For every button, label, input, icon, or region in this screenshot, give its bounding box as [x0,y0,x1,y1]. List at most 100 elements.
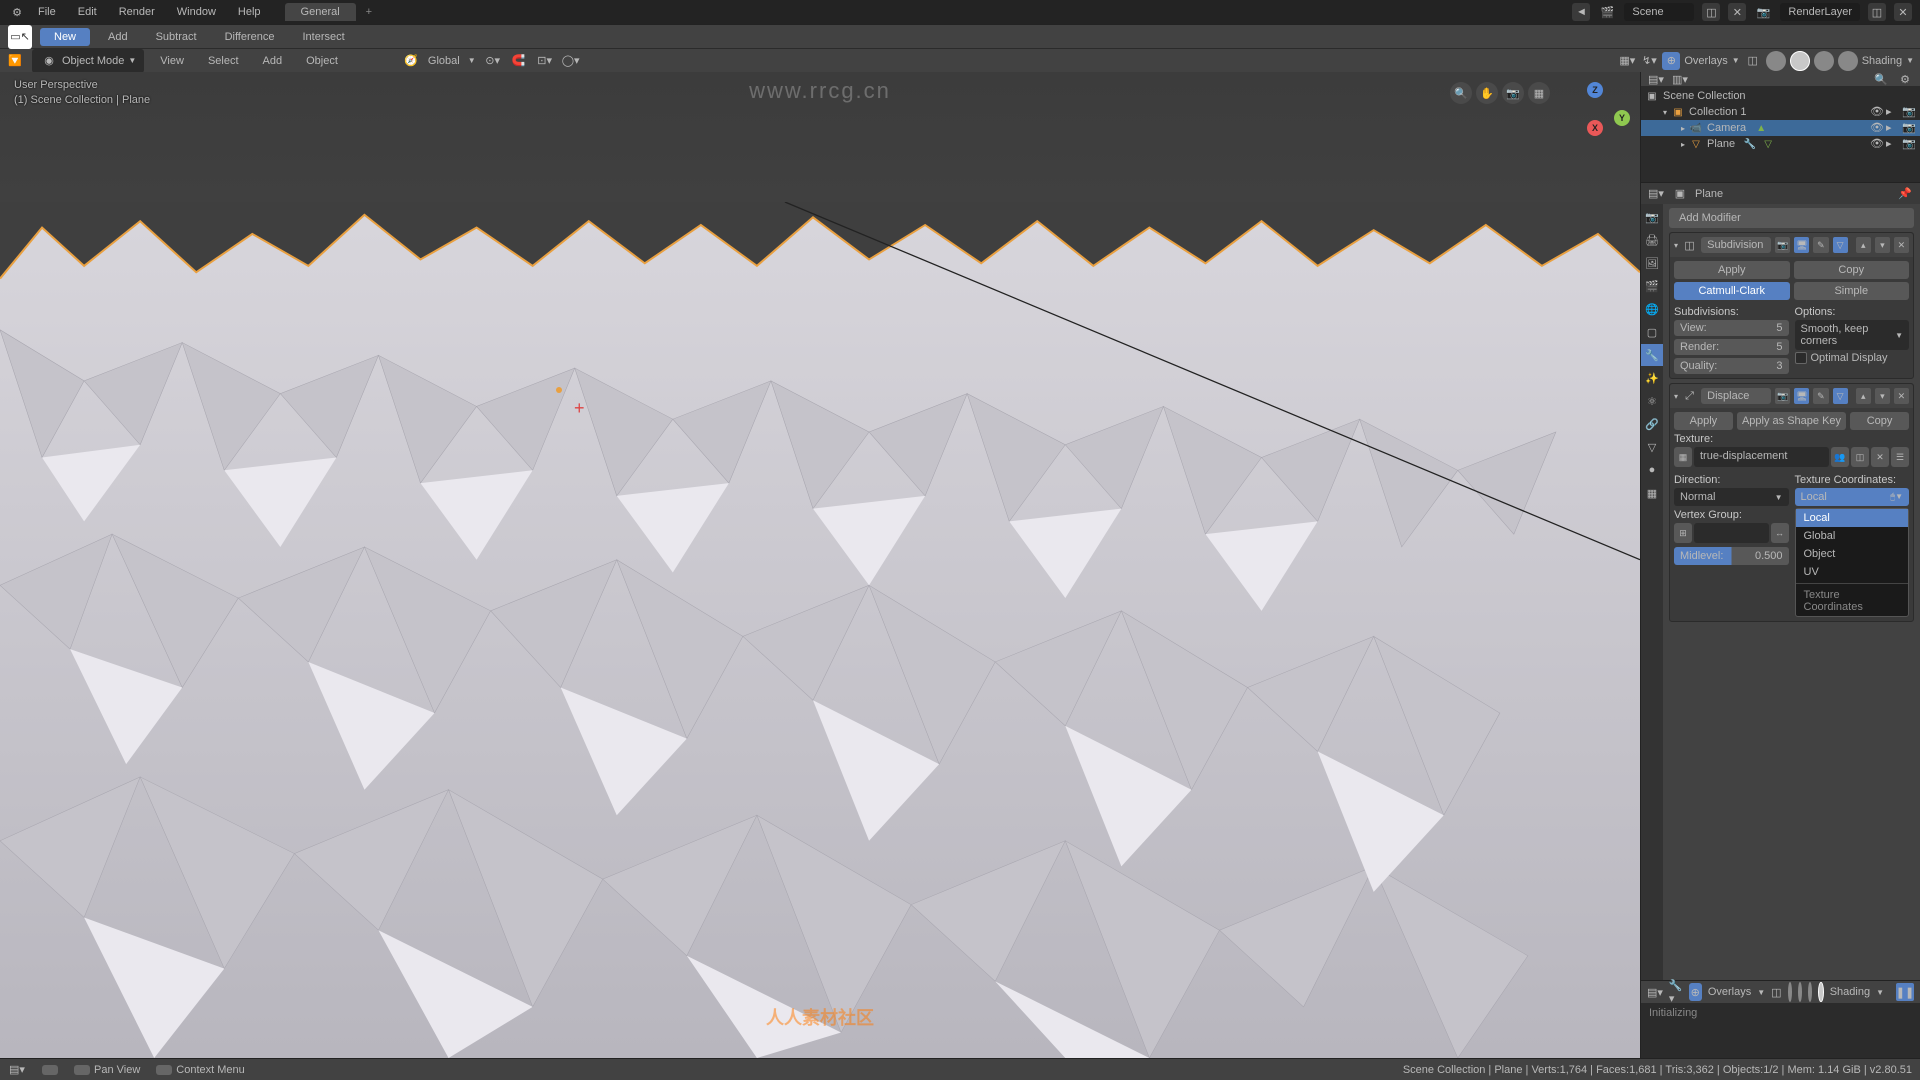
nav-pan-icon[interactable]: ✋ [1476,82,1498,104]
mod-move-up[interactable]: ▴ [1856,388,1871,404]
overlays-toggle-icon[interactable]: ⊕ [1689,983,1702,1001]
snap-icon[interactable]: 🧲 [510,52,528,70]
tree-scene-collection[interactable]: ▣ Scene Collection [1641,88,1920,104]
scene-field[interactable]: Scene [1624,3,1694,21]
tab-viewlayer[interactable]: 🖼 [1641,252,1663,274]
shading-lookdev[interactable] [1814,51,1834,71]
menu-view[interactable]: View [152,52,192,70]
shading-solid[interactable] [1790,51,1810,71]
layer-delete-icon[interactable]: ✕ [1894,3,1912,21]
menu-help[interactable]: Help [228,2,271,22]
mod-editmode-toggle[interactable]: ✎ [1813,388,1828,404]
dropdown-item-uv[interactable]: UV [1796,563,1909,581]
select-toggle[interactable]: ▸ [1886,121,1900,135]
shading-rendered[interactable] [1838,51,1858,71]
direction-dropdown[interactable]: Normal▼ [1674,488,1789,506]
menu-render[interactable]: Render [109,2,165,22]
tool-new-button[interactable]: New [40,28,90,46]
texture-unlink-icon[interactable]: ✕ [1871,447,1889,467]
preview-mode-icon[interactable]: 🔧▾ [1669,983,1683,1001]
tool-difference-button[interactable]: Difference [215,28,285,46]
gizmo-y-axis[interactable]: Y [1614,110,1630,126]
chevron-down-icon[interactable]: ▾ [1674,392,1678,401]
uv-smooth-dropdown[interactable]: Smooth, keep corners▼ [1795,320,1910,350]
editor-type-icon[interactable]: ▤▾ [1647,983,1663,1001]
midlevel-slider[interactable]: Midlevel: 0.500 [1674,547,1789,565]
mod-delete[interactable]: ✕ [1894,237,1909,253]
texture-show-icon[interactable]: ☰ [1891,447,1909,467]
visibility-icon[interactable]: ▦▾ [1618,52,1636,70]
dropdown-item-object[interactable]: Object [1796,545,1909,563]
tool-add-button[interactable]: Add [98,28,138,46]
chevron-right-icon[interactable]: ▸ [1681,124,1685,133]
chevron-right-icon[interactable]: ▸ [1681,140,1685,149]
tree-plane[interactable]: ▸ ▽ Plane 🔧 ▽ 👁 ▸ 📷 [1641,136,1920,152]
texture-browse-icon[interactable]: ▦ [1674,447,1692,467]
back-icon[interactable]: ◄ [1572,3,1590,21]
mod-cage-toggle[interactable]: ▽ [1833,388,1848,404]
viewport-3d[interactable]: User Perspective (1) Scene Collection | … [0,72,1640,1058]
render-toggle[interactable]: 📷 [1902,137,1916,151]
shading-rendered[interactable] [1818,982,1824,1002]
menu-add[interactable]: Add [255,52,291,70]
tool-subtract-button[interactable]: Subtract [146,28,207,46]
editor-type-icon[interactable]: ▤▾ [1647,185,1665,203]
tab-modifier[interactable]: 🔧 [1641,344,1663,366]
chevron-down-icon[interactable]: ▾ [1674,241,1678,250]
tool-intersect-button[interactable]: Intersect [293,28,355,46]
orientation-icon[interactable]: 🧭 [402,52,420,70]
texture-user-icon[interactable]: 👥 [1831,447,1849,467]
tab-render[interactable]: 📷 [1641,206,1663,228]
menu-object[interactable]: Object [298,52,346,70]
apply-button[interactable]: Apply [1674,261,1790,279]
object-name[interactable]: Plane [1695,188,1723,200]
pivot-icon[interactable]: ⊙▾ [484,52,502,70]
xray-icon[interactable]: ◫ [1771,983,1781,1001]
navigation-gizmo[interactable]: Z Y X [1560,80,1630,150]
tree-camera[interactable]: ▸ 📹 Camera ▲ 👁 ▸ 📷 [1641,120,1920,136]
vertex-group-field[interactable] [1694,523,1769,543]
tab-object[interactable]: ▢ [1641,321,1663,343]
tab-texture[interactable]: ▦ [1641,482,1663,504]
copy-button[interactable]: Copy [1794,261,1910,279]
mod-cage-toggle[interactable]: ▽ [1833,237,1848,253]
mod-move-down[interactable]: ▾ [1875,237,1890,253]
menu-window[interactable]: Window [167,2,226,22]
modifier-name-field[interactable]: Subdivision [1701,237,1771,253]
shading-solid[interactable] [1798,982,1802,1002]
visibility-toggle[interactable]: 👁 [1870,105,1884,119]
select-toggle[interactable]: ▸ [1886,105,1900,119]
mod-render-toggle[interactable]: 📷 [1775,388,1790,404]
simple-button[interactable]: Simple [1794,282,1910,300]
mod-editmode-toggle[interactable]: ✎ [1813,237,1828,253]
overlays-label[interactable]: Overlays [1684,55,1727,67]
render-field[interactable]: Render:5 [1674,339,1789,355]
add-modifier-button[interactable]: Add Modifier [1669,208,1914,228]
shading-label[interactable]: Shading [1862,55,1902,67]
quality-field[interactable]: Quality:3 [1674,358,1789,374]
apply-button[interactable]: Apply [1674,412,1733,430]
dropdown-item-local[interactable]: Local [1796,509,1909,527]
tab-physics[interactable]: ⚛ [1641,390,1663,412]
apply-shape-button[interactable]: Apply as Shape Key [1737,412,1846,430]
orientation-label[interactable]: Global [428,55,460,67]
nav-zoom-icon[interactable]: 🔍 [1450,82,1472,104]
layer-new-icon[interactable]: ◫ [1868,3,1886,21]
gizmo-x-axis[interactable]: X [1587,120,1603,136]
gizmo-toggle-icon[interactable]: ↯▾ [1640,52,1658,70]
mod-delete[interactable]: ✕ [1894,388,1909,404]
mod-viewport-toggle[interactable]: 🖥 [1794,237,1809,253]
overlays-toggle-icon[interactable]: ⊕ [1662,52,1680,70]
proportional-icon[interactable]: ◯▾ [562,52,580,70]
vgroup-icon[interactable]: ⊞ [1674,523,1692,543]
texture-name-field[interactable]: true-displacement [1694,447,1829,467]
outliner-display-icon[interactable]: ▥▾ [1671,72,1689,88]
dropdown-item-global[interactable]: Global [1796,527,1909,545]
render-layer-field[interactable]: RenderLayer [1780,3,1860,21]
filter-icon[interactable]: ⚙ [1896,72,1914,88]
shading-lookdev[interactable] [1808,982,1812,1002]
shading-wireframe[interactable] [1788,982,1792,1002]
tree-collection-1[interactable]: ▾ ▣ Collection 1 👁 ▸ 📷 [1641,104,1920,120]
tab-constraint[interactable]: 🔗 [1641,413,1663,435]
tab-particle[interactable]: ✨ [1641,367,1663,389]
